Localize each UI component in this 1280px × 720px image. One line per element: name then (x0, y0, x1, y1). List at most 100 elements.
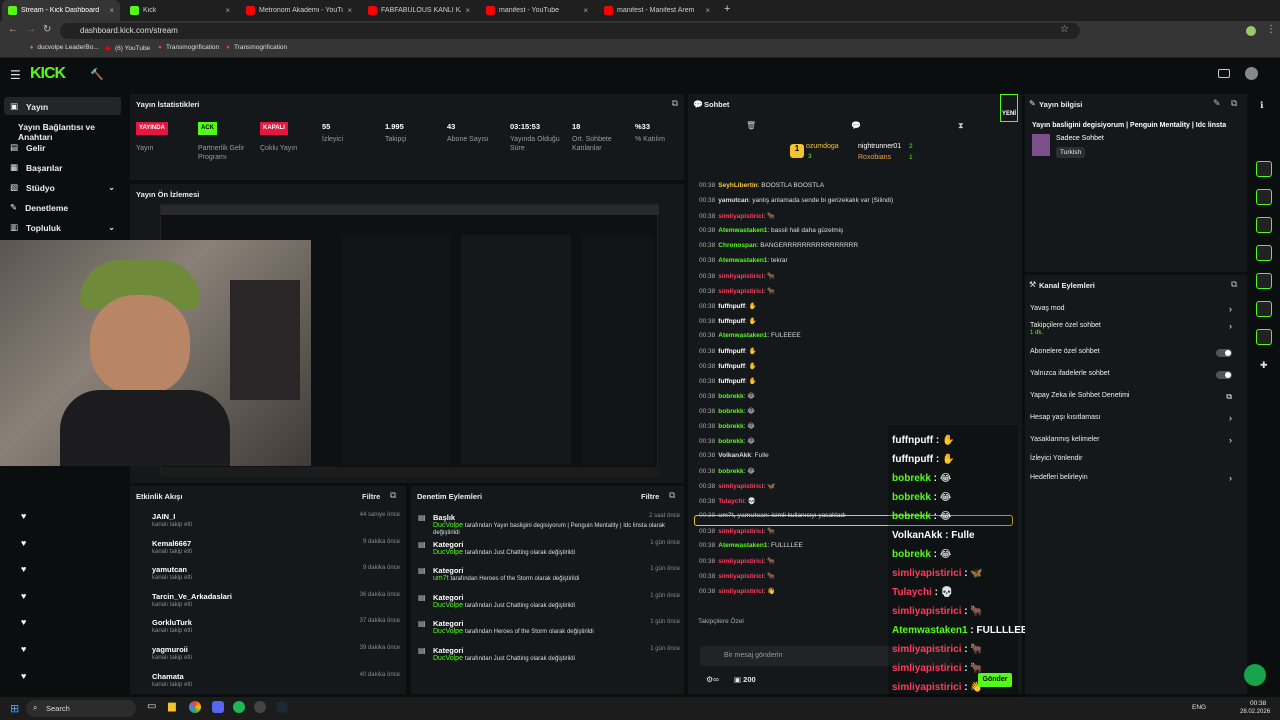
chat-message[interactable]: 00:38 SeyhLibertin: BOOSTLA BOOSTLA (699, 182, 824, 189)
obs-icon[interactable] (254, 701, 266, 713)
chat-user[interactable]: VolkanAkk (718, 452, 751, 459)
chat-user[interactable]: um7t, yamutcan (718, 512, 768, 519)
rail-button-3[interactable] (1256, 217, 1272, 233)
language-indicator[interactable]: ENG (1192, 704, 1206, 711)
mod-action-user[interactable]: DucVolpe (433, 655, 463, 662)
browser-tab[interactable]: Stream - Kick Dashboard × (2, 0, 120, 21)
chat-message[interactable]: 00:38 Atemwastaken1: FULLLLEE (699, 542, 803, 549)
chat-message[interactable]: 00:38 bobrekk: 😂 (699, 407, 755, 415)
channel-action-item[interactable]: İzleyici Yönlendir (1030, 455, 1242, 462)
chat-message[interactable]: 00:38 bobrekk: 😂 (699, 392, 755, 400)
mod-action-user[interactable]: DucVolpe (433, 549, 463, 556)
chat-message[interactable]: 00:38 simliyapistirici: 👋 (699, 587, 775, 595)
new-chat-button[interactable]: YENİ (1000, 94, 1018, 122)
rail-button-2[interactable] (1256, 189, 1272, 205)
chat-user[interactable]: simliyapistirici (718, 573, 763, 580)
spotify-icon[interactable] (233, 701, 245, 713)
chat-user[interactable]: simliyapistirici (718, 558, 763, 565)
popout-icon[interactable]: ⧉ (669, 490, 675, 501)
sidebar-item-yayin[interactable]: ▣ Yayın (10, 101, 48, 112)
folder-icon[interactable]: ▆ (168, 701, 176, 712)
chat-message[interactable]: 00:38 fuffnpuff: ✋ (699, 302, 757, 310)
sidebar-item-studyo[interactable]: ▧ Stüdyo ⌄ (10, 182, 115, 193)
chat-user[interactable]: Atemwastaken1 (718, 332, 767, 339)
chat-message[interactable]: 00:38 Tulaychi: 💀 (699, 497, 756, 505)
message-icon[interactable]: 💬 (851, 121, 861, 130)
rail-button-7[interactable] (1256, 329, 1272, 345)
sidebar-item-stream-key[interactable]: Yayın Bağlantısı ve Anahtarı (18, 122, 125, 142)
chat-message[interactable]: 00:38 fuffnpuff: ✋ (699, 377, 757, 385)
close-tab-icon[interactable]: × (465, 6, 470, 15)
close-tab-icon[interactable]: × (347, 6, 352, 15)
rail-button-6[interactable] (1256, 301, 1272, 317)
forward-icon[interactable]: → (26, 24, 36, 35)
chat-message[interactable]: 00:38 simliyapistirici: 🐂 (699, 557, 775, 565)
chat-user[interactable]: Tulaychi (718, 498, 744, 505)
close-tab-icon[interactable]: × (109, 6, 114, 15)
chat-user[interactable]: simliyapistirici (718, 528, 763, 535)
bookmark-star-icon[interactable]: ☆ (1060, 24, 1069, 35)
channel-action-item[interactable]: Hesap yaşı kısıtlaması › (1030, 413, 1242, 423)
bookmark-item[interactable]: ▶ (6) YouTube (106, 44, 150, 53)
chat-user[interactable]: simliyapistirici (718, 588, 763, 595)
chat-user[interactable]: bobrekk (718, 408, 743, 415)
category-thumbnail[interactable] (1032, 134, 1050, 156)
chat-user[interactable]: fuffnpuff (718, 348, 745, 355)
chat-message[interactable]: 00:38 VolkanAkk: Fulle (699, 452, 769, 459)
browser-tab[interactable]: manifest - YouTube × (480, 0, 594, 21)
reload-icon[interactable]: ↻ (43, 24, 51, 35)
hourglass-icon[interactable]: ⧗ (958, 121, 964, 131)
chat-message[interactable]: 00:38 simliyapistirici: 🐂 (699, 287, 775, 295)
rail-button-5[interactable] (1256, 273, 1272, 289)
browser-tab[interactable]: manifest - Manifest Arem × (598, 0, 716, 21)
popout-icon[interactable]: ⧉ (390, 490, 396, 501)
chat-user[interactable]: bobrekk (718, 438, 743, 445)
new-tab-icon[interactable]: + (724, 3, 730, 15)
browser-tab[interactable]: Metronom Akademi - YouTube× (240, 0, 358, 21)
chat-user[interactable]: simliyapistirici (718, 288, 763, 295)
chat-user[interactable]: Atemwastaken1 (718, 542, 767, 549)
channel-action-item[interactable]: Yasaklanmış kelimeler › (1030, 435, 1242, 445)
chat-user[interactable]: bobrekk (718, 423, 743, 430)
chat-message[interactable]: 00:38 fuffnpuff: ✋ (699, 362, 757, 370)
sidebar-item-basarilar[interactable]: ▦ Başarılar (10, 162, 62, 173)
sidebar-item-gelir[interactable]: ▤ Gelir (10, 142, 45, 153)
chat-user[interactable]: fuffnpuff (718, 303, 745, 310)
steam-icon[interactable] (276, 701, 288, 713)
hammer-icon[interactable]: 🔨 (90, 68, 104, 81)
taskview-icon[interactable]: ▭ (147, 701, 156, 712)
clock-time[interactable]: 00:38 (1250, 700, 1266, 707)
channel-action-item[interactable]: Hedefleri belirleyin › (1030, 473, 1242, 483)
chat-message[interactable]: 00:38 Chronospan: BANGERRRRRRRRRRRRRRRR (699, 242, 858, 249)
chat-user[interactable]: fuffnpuff (718, 363, 745, 370)
chat-message[interactable]: 00:38 bobrekk: 😂 (699, 467, 755, 475)
chat-message[interactable]: 00:38 Atemwastaken1: FULEEEE (699, 332, 801, 339)
rail-button-1[interactable] (1256, 161, 1272, 177)
chat-message[interactable]: 00:38 bobrekk: 😂 (699, 422, 755, 430)
chat-user[interactable]: Atemwastaken1 (718, 257, 767, 264)
close-tab-icon[interactable]: × (583, 6, 588, 15)
toggle-switch[interactable] (1216, 371, 1232, 379)
browser-tab[interactable]: FABFABULOUS KANLI KATMAN × (362, 0, 476, 21)
chat-user[interactable]: SeyhLibertin (718, 182, 757, 189)
toggle-switch[interactable] (1216, 349, 1232, 357)
top-gifter-2[interactable]: nightrunner01 (858, 143, 901, 150)
channel-action-item[interactable]: Yapay Zeka ile Sohbet Denetimi ⧉ (1030, 392, 1242, 401)
top-gifter-3[interactable]: Roxobians (858, 154, 891, 161)
chat-user[interactable]: yamutcan (718, 197, 748, 204)
rail-button-4[interactable] (1256, 245, 1272, 261)
chat-message[interactable]: 00:38 Atemwastaken1: tekrar (699, 257, 788, 264)
chat-message[interactable]: 00:38 yamutcan: yanlış anlamada sende bi … (699, 197, 893, 204)
chat-user[interactable]: fuffnpuff (718, 318, 745, 325)
chat-message[interactable]: 00:38 simliyapistirici: 🐂 (699, 527, 775, 535)
sidebar-item-denetleme[interactable]: ✎ Denetleme (10, 202, 68, 213)
chat-user[interactable]: Chronospan (718, 242, 756, 249)
chat-user[interactable]: bobrekk (718, 393, 743, 400)
filter-button[interactable]: Filtre (362, 492, 380, 501)
chat-user[interactable]: simliyapistirici (718, 213, 763, 220)
chat-user[interactable]: fuffnpuff (718, 378, 745, 385)
sidebar-item-topluluk[interactable]: ▥ Topluluk ⌄ (10, 222, 115, 233)
user-avatar[interactable] (1245, 67, 1258, 80)
profile-avatar[interactable] (1246, 26, 1256, 36)
channel-action-item[interactable]: Yalnızca ifadelerle sohbet (1030, 370, 1242, 379)
